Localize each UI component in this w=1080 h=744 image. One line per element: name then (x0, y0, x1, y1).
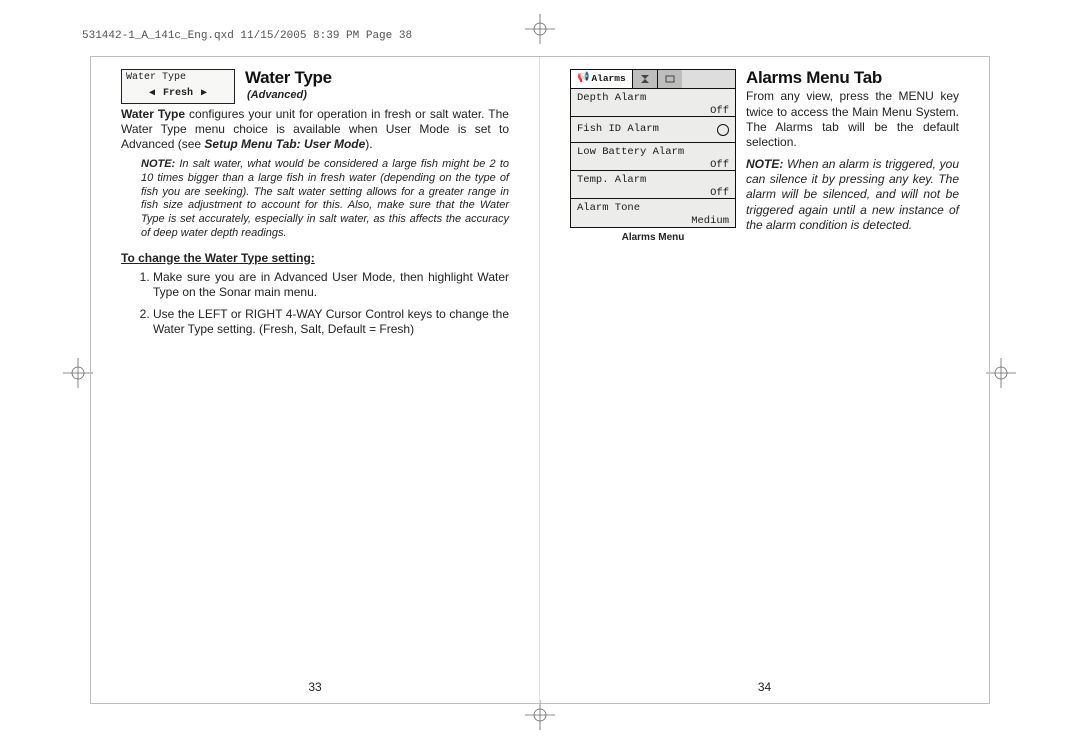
alarm-value: Medium (691, 215, 729, 228)
page-right: 📢 Alarms Depth Alarm Off (540, 57, 989, 703)
step-item: Make sure you are in Advanced User Mode,… (153, 270, 509, 301)
lead-term: Water Type (121, 107, 185, 121)
steps-heading: To change the Water Type setting: (121, 251, 509, 266)
registration-mark-bottom (525, 700, 555, 730)
step-item: Use the LEFT or RIGHT 4-WAY Cursor Contr… (153, 307, 509, 338)
alarm-row-temp: Temp. Alarm Off (571, 171, 735, 199)
water-type-widget: Water Type ◀ Fresh ▶ (121, 69, 235, 104)
alarm-name: Temp. Alarm (577, 174, 729, 187)
registration-mark-top (525, 14, 555, 44)
lead-end: ). (365, 137, 372, 151)
page-number-left: 33 (121, 680, 509, 695)
water-type-description: Water Type configures your unit for oper… (121, 107, 509, 152)
alarm-row-fishid: Fish ID Alarm (571, 117, 735, 143)
lead-ref: Setup Menu Tab: User Mode (204, 137, 365, 151)
hourglass-icon (638, 74, 652, 84)
tab-next-1 (633, 70, 658, 88)
alarms-description: From any view, press the MENU key twice … (746, 89, 959, 150)
print-header: 531442-1_A_141c_Eng.qxd 11/15/2005 8:39 … (82, 30, 412, 42)
alarm-row-tone: Alarm Tone Medium (571, 199, 735, 227)
alarm-name: Alarm Tone (577, 202, 729, 215)
tab-alarms-label: Alarms (591, 73, 625, 85)
alarm-value: Off (710, 187, 729, 200)
alarm-row-lowbatt: Low Battery Alarm Off (571, 143, 735, 171)
alarm-name: Low Battery Alarm (577, 146, 729, 159)
alarm-name: Fish ID Alarm (577, 123, 659, 136)
water-type-widget-value: Fresh (163, 88, 193, 101)
note-label: NOTE: (746, 157, 783, 171)
fish-id-off-icon (717, 124, 729, 136)
page-number-right: 34 (570, 680, 959, 695)
right-arrow-icon: ▶ (201, 88, 207, 101)
tab-next-2 (658, 70, 682, 88)
left-arrow-icon: ◀ (149, 88, 155, 101)
speaker-icon: 📢 (577, 73, 589, 86)
gear-icon (663, 74, 677, 84)
alarms-menu-widget: 📢 Alarms Depth Alarm Off (570, 69, 736, 228)
water-type-note: NOTE: In salt water, what would be consi… (141, 158, 509, 241)
page-left: Water Type ◀ Fresh ▶ Water Type (Advance… (91, 57, 540, 703)
section-title-water-type: Water Type (245, 67, 509, 88)
alarms-caption: Alarms Menu (622, 232, 685, 245)
steps-list: Make sure you are in Advanced User Mode,… (141, 270, 509, 338)
alarm-value: Off (710, 159, 729, 172)
registration-mark-right (986, 358, 1016, 388)
section-subtitle: (Advanced) (247, 89, 509, 103)
tab-alarms: 📢 Alarms (571, 70, 633, 88)
note-label: NOTE: (141, 158, 175, 170)
alarm-row-depth: Depth Alarm Off (571, 89, 735, 117)
page-spread: Water Type ◀ Fresh ▶ Water Type (Advance… (90, 56, 990, 704)
registration-mark-left (63, 358, 93, 388)
alarm-name: Depth Alarm (577, 92, 729, 105)
section-title-alarms: Alarms Menu Tab (746, 67, 959, 88)
alarm-value: Off (710, 105, 729, 118)
water-type-widget-title: Water Type (122, 70, 234, 86)
alarms-tabs: 📢 Alarms (571, 70, 735, 89)
note-body: In salt water, what would be considered … (141, 158, 509, 239)
alarms-note: NOTE: When an alarm is triggered, you ca… (746, 157, 959, 234)
